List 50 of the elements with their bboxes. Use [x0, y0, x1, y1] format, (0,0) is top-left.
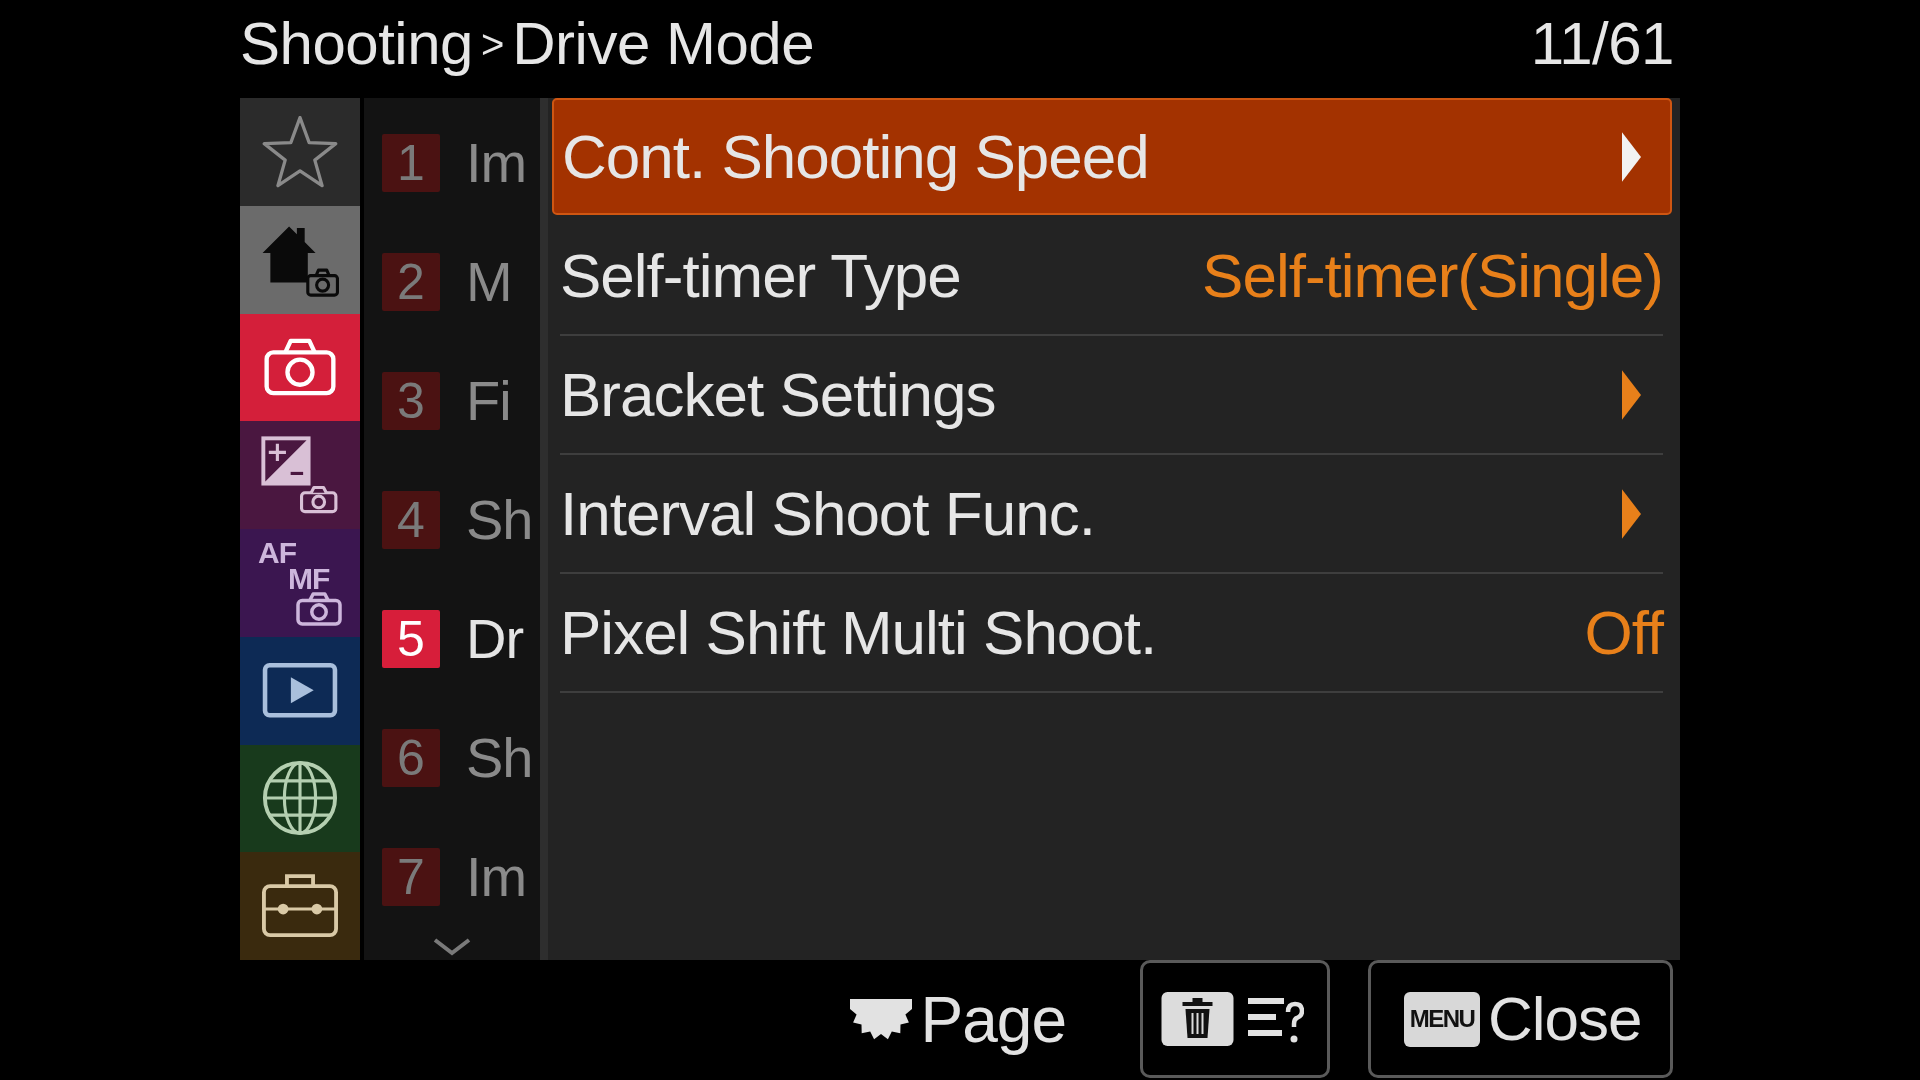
menu-row[interactable]: Self-timer Type Self-timer(Single)	[560, 217, 1663, 336]
page-number-badge[interactable]: 6	[382, 728, 440, 787]
category-tab[interactable]	[240, 744, 360, 853]
trash-icon	[1161, 992, 1234, 1046]
menu-row[interactable]: Pixel Shift Multi Shoot. Off	[560, 574, 1663, 693]
page-title: Dr	[466, 610, 524, 667]
focus-mode-label: MF	[288, 565, 330, 592]
camera-icon	[296, 591, 342, 626]
setting-value: Off	[1584, 601, 1663, 664]
category-tab[interactable]	[240, 852, 360, 960]
page-number-badge[interactable]: 5	[382, 609, 440, 668]
menu-key: MENU	[1404, 991, 1480, 1047]
category-tab[interactable]: AF MF	[240, 529, 360, 637]
category-tab[interactable]	[240, 205, 360, 314]
page-title: M	[466, 253, 512, 310]
page-number-badge[interactable]: 3	[382, 371, 440, 430]
globe-icon	[261, 759, 339, 838]
category-tab[interactable]	[240, 421, 360, 529]
page-title: Fi	[466, 372, 511, 429]
page-counter: 11/61	[1530, 14, 1674, 74]
camera-icon	[263, 338, 337, 397]
page-title: Sh	[466, 491, 533, 548]
page-title: Im	[466, 848, 527, 905]
menu-row[interactable]: Cont. Shooting Speed	[552, 98, 1672, 215]
submenu-arrow-icon	[1622, 131, 1641, 182]
page-number-badge[interactable]: 2	[382, 252, 440, 311]
delete-help-button[interactable]	[1140, 960, 1330, 1078]
plus-minus-camera-icon	[261, 436, 339, 515]
page-title: Sh	[466, 729, 533, 786]
page-number-badge[interactable]: 4	[382, 490, 440, 549]
focus-mode-label: AF	[258, 539, 296, 566]
menu-row[interactable]: Interval Shoot Func.	[560, 455, 1663, 574]
play-icon	[262, 661, 338, 720]
breadcrumb-section: Shooting	[240, 14, 473, 74]
menu-item-label: Pixel Shift Multi Shoot.	[560, 601, 1157, 664]
page-number-badge[interactable]: 1	[382, 133, 440, 192]
page-number-badge[interactable]: 7	[382, 847, 440, 906]
menu-row[interactable]: Bracket Settings	[560, 336, 1663, 455]
category-tab[interactable]	[240, 313, 360, 422]
toolbox-icon	[260, 873, 340, 940]
category-tab[interactable]	[240, 98, 360, 206]
menu-item-label: Interval Shoot Func.	[560, 482, 1095, 545]
page-title: Im	[466, 134, 527, 191]
category-tab[interactable]	[240, 636, 360, 745]
submenu-arrow-icon	[1622, 488, 1641, 539]
submenu-arrow-icon	[1622, 369, 1641, 420]
breadcrumb-current: Drive Mode	[512, 14, 814, 74]
breadcrumb-separator: >	[480, 24, 505, 64]
close-button[interactable]: MENU Close	[1368, 960, 1673, 1078]
star-icon	[262, 115, 338, 188]
